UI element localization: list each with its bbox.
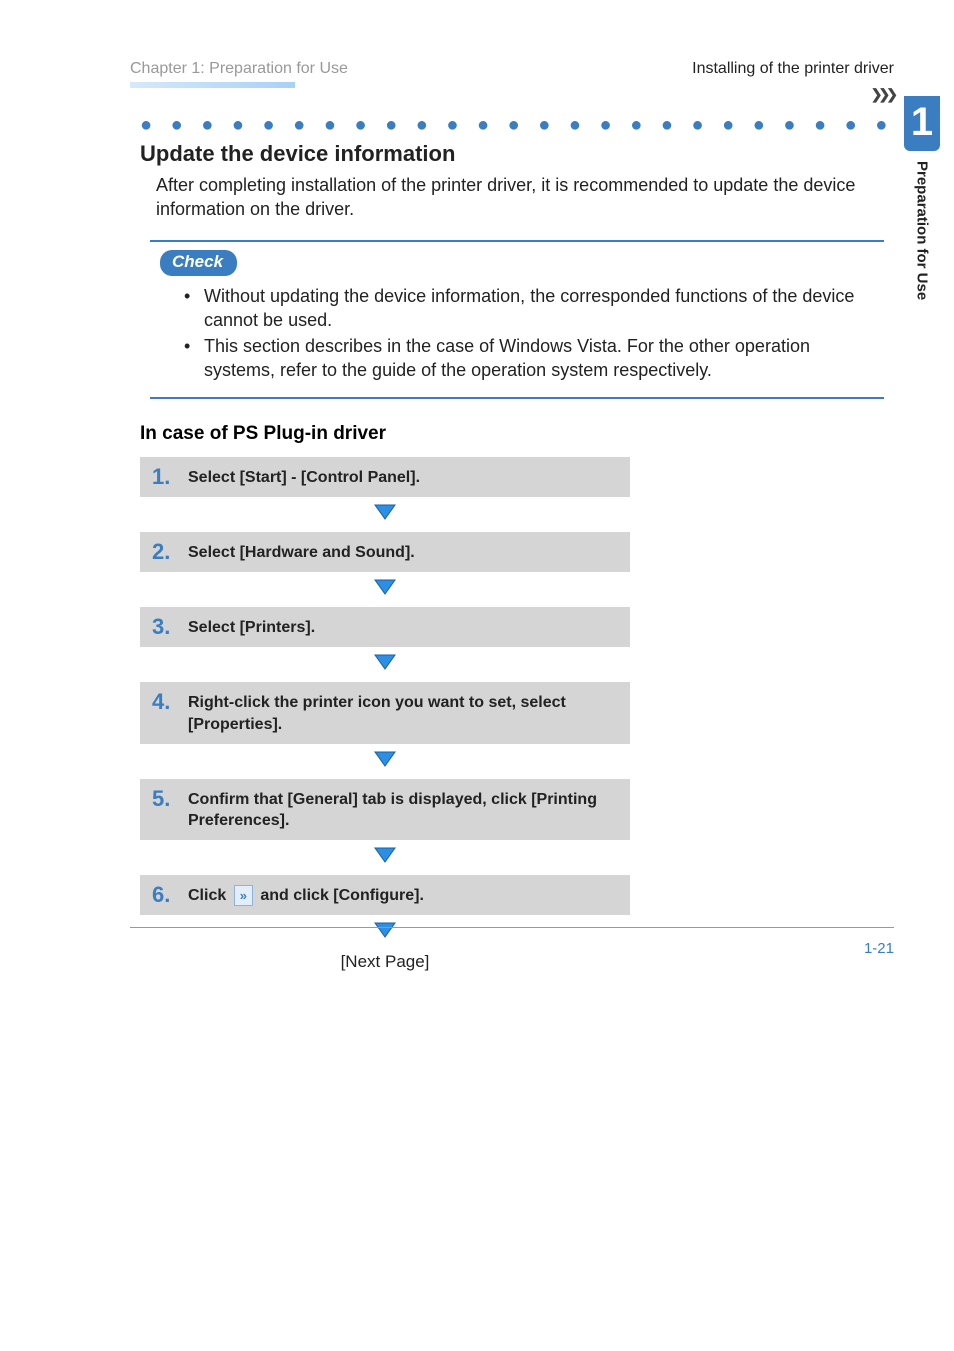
step-text: Click » and click [Configure].	[188, 883, 424, 907]
step-text: Select [Printers].	[188, 615, 315, 639]
section-description: After completing installation of the pri…	[140, 173, 894, 222]
section-title: Update the device information	[140, 141, 894, 167]
step-number: 6.	[152, 883, 176, 907]
step-number: 2.	[152, 540, 176, 564]
step-arrow-icon	[140, 840, 630, 875]
step-item: 1. Select [Start] - [Control Panel].	[140, 457, 630, 497]
step-item: 5. Confirm that [General] tab is display…	[140, 779, 630, 840]
expand-icon: »	[234, 885, 253, 907]
chapter-label: Chapter 1: Preparation for Use	[130, 60, 348, 78]
check-badge: Check	[160, 250, 237, 276]
page-number: 1-21	[864, 940, 894, 957]
step-item: 2. Select [Hardware and Sound].	[140, 532, 630, 572]
step-arrow-icon	[140, 744, 630, 779]
check-item: This section describes in the case of Wi…	[204, 334, 874, 383]
step-item: 3. Select [Printers].	[140, 607, 630, 647]
step-text: Confirm that [General] tab is displayed,…	[188, 787, 618, 832]
step-item: 4. Right-click the printer icon you want…	[140, 682, 630, 743]
step-text-suffix: and click [Configure].	[256, 887, 424, 904]
step-arrow-icon	[140, 647, 630, 682]
step-text: Select [Start] - [Control Panel].	[188, 465, 420, 489]
chevrons-decor: ❯❯❯	[871, 86, 894, 103]
chapter-label-tab: Preparation for Use	[914, 161, 931, 300]
step-text: Select [Hardware and Sound].	[188, 540, 415, 564]
check-item: Without updating the device information,…	[204, 284, 874, 333]
page-footer: 1-21	[130, 927, 894, 957]
subsection-title: In case of PS Plug-in driver	[140, 423, 894, 445]
chapter-number-tab: 1	[904, 96, 940, 151]
header-underline	[130, 82, 295, 88]
step-arrow-icon	[140, 497, 630, 532]
check-callout: Check Without updating the device inform…	[150, 240, 884, 399]
step-number: 5.	[152, 787, 176, 811]
sidebar-tab: 1 Preparation for Use	[904, 96, 940, 376]
step-number: 4.	[152, 690, 176, 714]
step-text: Right-click the printer icon you want to…	[188, 690, 618, 735]
topic-label: Installing of the printer driver	[692, 60, 894, 78]
step-item: 6. Click » and click [Configure].	[140, 875, 630, 915]
dotted-separator: ● ● ● ● ● ● ● ● ● ● ● ● ● ● ● ● ● ● ● ● …	[140, 114, 894, 137]
steps-list: 1. Select [Start] - [Control Panel]. 2. …	[140, 457, 630, 972]
step-number: 3.	[152, 615, 176, 639]
step-arrow-icon	[140, 572, 630, 607]
step-number: 1.	[152, 465, 176, 489]
step-text-prefix: Click	[188, 887, 231, 904]
